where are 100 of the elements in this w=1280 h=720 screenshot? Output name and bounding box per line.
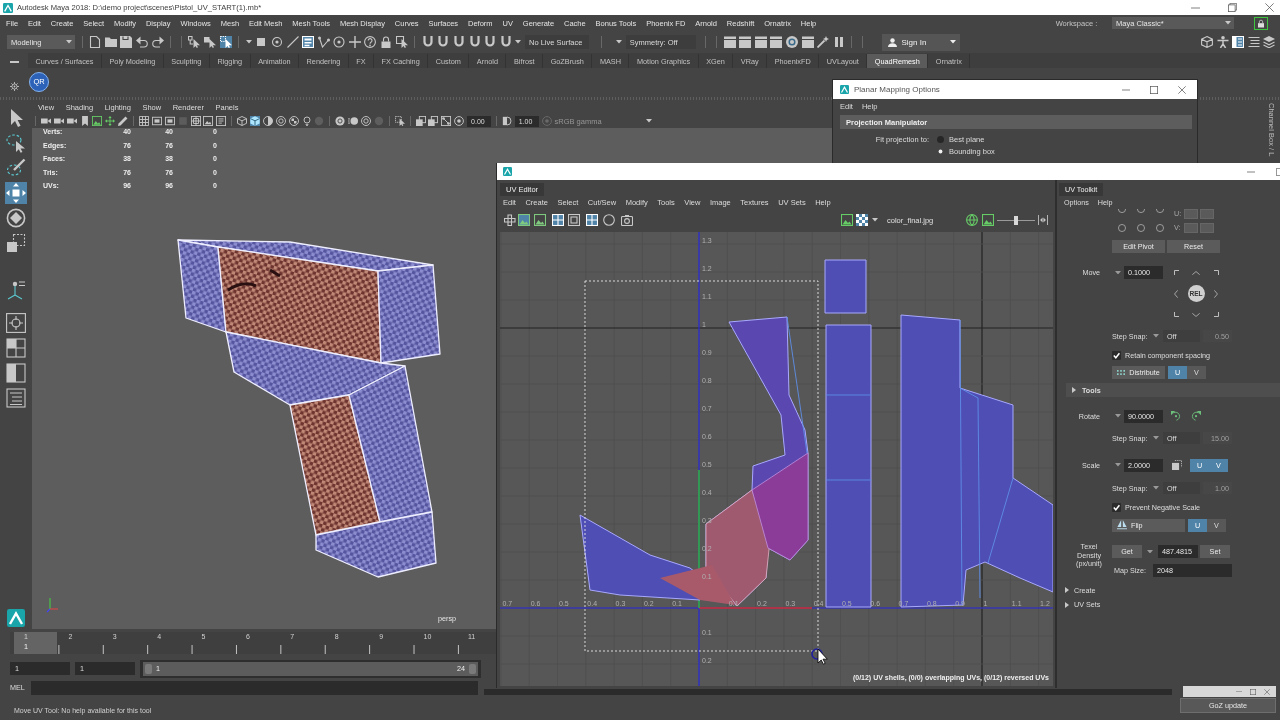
lock-icon[interactable] — [380, 36, 393, 48]
expand-right-icon[interactable] — [1065, 601, 1069, 608]
image-icon[interactable] — [841, 214, 853, 226]
corner-icon[interactable] — [1213, 312, 1219, 317]
diagonal-box-icon[interactable] — [441, 116, 452, 126]
sign-in-dropdown[interactable]: Sign In — [881, 33, 960, 51]
corner-icon[interactable] — [1213, 270, 1219, 275]
close-icon[interactable] — [1265, 3, 1274, 12]
plus-icon[interactable] — [348, 36, 361, 48]
pivot-field[interactable] — [1199, 222, 1214, 233]
globe-icon[interactable] — [966, 214, 978, 226]
settings-icon[interactable] — [9, 82, 19, 92]
caret-icon[interactable] — [1153, 436, 1159, 440]
hierarchy-cursor-icon[interactable] — [188, 36, 201, 48]
range-handle[interactable] — [469, 663, 476, 674]
list-icon[interactable] — [1247, 36, 1260, 48]
chevron-left-icon[interactable] — [1174, 289, 1178, 298]
wand-icon[interactable] — [817, 36, 830, 48]
list-panel-icon[interactable] — [5, 387, 27, 409]
crosshair-box-icon[interactable] — [5, 312, 27, 334]
undo-icon[interactable] — [135, 36, 148, 48]
caret-icon[interactable] — [515, 40, 522, 44]
overlap-squares-icon[interactable] — [428, 116, 439, 126]
person-icon[interactable] — [887, 37, 897, 47]
double-ring-icon[interactable] — [361, 116, 372, 126]
magnet-icon[interactable] — [484, 36, 497, 48]
wire-cube-icon[interactable] — [237, 116, 248, 126]
four-pane-icon[interactable] — [5, 337, 27, 359]
scale-box-icon[interactable] — [1172, 460, 1182, 470]
maximize-icon[interactable] — [1150, 85, 1158, 94]
radio-button[interactable] — [937, 147, 944, 155]
magnet-icon[interactable] — [499, 36, 512, 48]
scale-boxes-icon[interactable] — [5, 232, 27, 254]
ring-dot-icon[interactable] — [541, 116, 552, 126]
move-arrows-icon[interactable] — [5, 182, 27, 204]
close-icon[interactable] — [1178, 85, 1186, 94]
ring-dot-icon[interactable] — [454, 116, 465, 126]
lock-icon[interactable] — [1254, 16, 1268, 30]
camera-icon[interactable] — [621, 214, 633, 226]
magnet-icon[interactable] — [421, 36, 434, 48]
move-handle-icon[interactable] — [811, 648, 823, 660]
two-pane-icon[interactable] — [5, 362, 27, 384]
chevron-right-icon[interactable] — [1214, 289, 1218, 298]
caret-icon[interactable] — [1225, 21, 1232, 25]
window-panel-icon[interactable] — [754, 36, 767, 48]
pivot-field[interactable] — [1183, 222, 1198, 233]
frame-icon[interactable] — [151, 116, 162, 126]
maximize-icon[interactable] — [1276, 167, 1280, 176]
document-icon[interactable] — [89, 36, 102, 48]
blur-ball-icon[interactable] — [348, 116, 359, 126]
caret-icon[interactable] — [949, 40, 956, 44]
image-icon[interactable] — [534, 214, 546, 226]
pencil-icon[interactable] — [118, 116, 129, 126]
frame-icon[interactable] — [164, 116, 175, 126]
magnet-icon[interactable] — [468, 36, 481, 48]
caret-icon[interactable] — [1115, 270, 1121, 275]
minus-bar-icon[interactable] — [9, 61, 19, 64]
window-panel-icon[interactable] — [801, 36, 814, 48]
target-icon[interactable] — [270, 36, 283, 48]
disc-ring-icon[interactable] — [785, 36, 798, 48]
caret-icon[interactable] — [1115, 463, 1121, 467]
sphere-icon[interactable] — [335, 116, 346, 126]
caret-icon[interactable] — [872, 218, 878, 222]
list-box-icon[interactable] — [302, 36, 315, 48]
object-cursor-icon[interactable] — [203, 36, 216, 48]
layers-icon[interactable] — [1263, 36, 1275, 48]
circle-icon[interactable] — [603, 214, 615, 226]
window-panel-icon[interactable] — [723, 36, 736, 48]
caret-icon[interactable] — [616, 40, 623, 44]
help-icon[interactable] — [364, 36, 377, 48]
restore-icon[interactable] — [1228, 3, 1237, 12]
target-frame-icon[interactable] — [190, 116, 201, 126]
grid-icon[interactable] — [139, 116, 149, 126]
pivot-circle-icon[interactable] — [1137, 223, 1145, 232]
expand-right-icon[interactable] — [1065, 587, 1069, 593]
camera-icon[interactable] — [40, 116, 51, 126]
bracket-arrows-icon[interactable] — [1038, 214, 1048, 226]
corner-icon[interactable] — [1173, 312, 1179, 317]
checkbox[interactable] — [1112, 502, 1121, 512]
quad-square-icon[interactable] — [586, 214, 598, 226]
ring-icon[interactable] — [333, 36, 346, 48]
corner-icon[interactable] — [1173, 270, 1179, 275]
overlap-squares-icon[interactable] — [415, 116, 426, 126]
folder-icon[interactable] — [104, 36, 117, 48]
radio-button[interactable] — [937, 135, 944, 143]
expand-right-icon[interactable] — [1072, 387, 1076, 393]
line-icon[interactable] — [286, 36, 299, 48]
checker-icon[interactable] — [856, 214, 868, 226]
caret-icon[interactable] — [1153, 334, 1159, 338]
cube-icon[interactable] — [1201, 36, 1213, 48]
figure-icon[interactable] — [1216, 36, 1229, 48]
command-input[interactable] — [30, 680, 478, 695]
text-frame-icon[interactable] — [216, 116, 227, 126]
quad-square-icon[interactable] — [552, 214, 564, 226]
bookmark-icon[interactable] — [79, 116, 90, 126]
arc-icon[interactable] — [1118, 209, 1126, 213]
rotate-left-icon[interactable] — [1171, 411, 1181, 421]
rotate-ring-icon[interactable] — [5, 207, 27, 229]
chevron-down-icon[interactable] — [1192, 312, 1200, 317]
caret-icon[interactable] — [1153, 486, 1159, 490]
